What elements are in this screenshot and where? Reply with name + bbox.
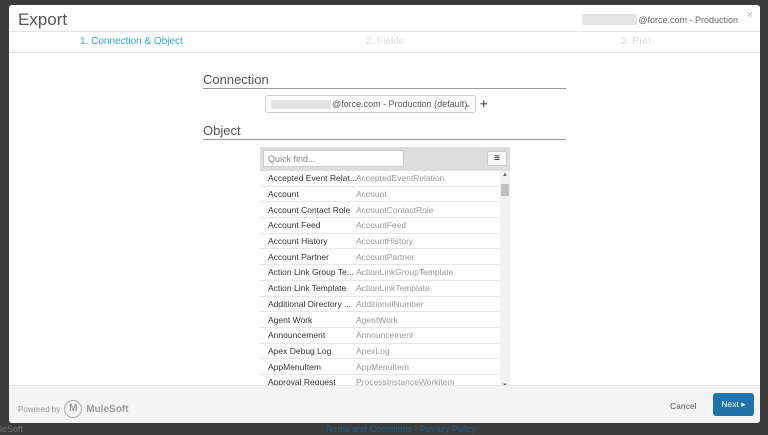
scrollbar-thumb[interactable] — [501, 184, 509, 196]
object-label: Action Link Group Te... — [268, 267, 354, 278]
table-row[interactable]: Agent Work AgentWork — [260, 312, 500, 328]
dialog-title: Export — [18, 10, 68, 29]
powered-by-text: Powered by — [18, 404, 61, 414]
table-row[interactable]: Account Partner AccountPartner — [260, 249, 500, 266]
powered-by: Powered by M MuleSoft — [18, 400, 128, 418]
account-label: @force.com - Production — [582, 14, 738, 25]
object-api-name: AccountContactRole — [356, 204, 434, 215]
step-connection-object: 1. Connection & Object — [80, 36, 183, 47]
step-fields: 2. Fields — [366, 36, 404, 47]
table-row[interactable]: Announcement Announcement — [260, 328, 500, 344]
cancel-button[interactable]: Cancel — [670, 401, 696, 411]
object-heading: Object — [203, 123, 566, 140]
account-text: @force.com - Production — [638, 14, 738, 25]
export-dialog: Export @force.com - Production × 1. Conn… — [9, 5, 760, 423]
mulesoft-logo-icon: M — [64, 400, 83, 418]
object-label: AppMenuItem — [268, 361, 321, 372]
object-api-name: AdditionalNumber — [356, 298, 424, 309]
table-row[interactable]: Account Contact Role AccountContactRole — [260, 202, 500, 219]
connection-selected-value: @force.com - Production (default) — [332, 99, 468, 109]
object-api-name: AcceptedEventRelation — [356, 173, 445, 184]
object-label: Announcement — [268, 330, 326, 341]
object-label: Agent Work — [268, 314, 313, 325]
scroll-up-icon[interactable]: ▲ — [502, 172, 508, 178]
chevron-down-icon: ⌄ — [464, 99, 471, 109]
scrollbar[interactable]: ▲▼ — [500, 171, 510, 390]
redacted-username — [271, 99, 331, 109]
object-label: Accepted Event Relat... — [268, 173, 356, 184]
wizard-steps: 1. Connection & Object 2. Fields 3. Run — [9, 32, 760, 53]
table-row[interactable]: AppMenuItem AppMenuItem — [260, 359, 500, 375]
object-toolbar: Quick find... ≡ — [260, 147, 510, 171]
table-row[interactable]: Action Link Template ActionLinkTemplate — [260, 281, 500, 297]
background-footer-links[interactable]: Terms and Conditions - Privacy Policy — [325, 424, 476, 434]
table-row[interactable]: Action Link Group Te... ActionLinkGroupTe… — [260, 265, 500, 281]
object-label: Account Partner — [268, 251, 329, 262]
table-row[interactable]: Account Account — [260, 187, 500, 203]
object-label: Additional Directory ... — [268, 298, 352, 309]
object-api-name: AccountHistory — [356, 236, 414, 247]
redacted-username — [582, 14, 638, 25]
close-icon[interactable]: × — [747, 9, 753, 21]
connection-heading: Connection — [203, 72, 566, 89]
add-connection-button[interactable]: + — [480, 96, 488, 111]
table-row[interactable]: Accepted Event Relat... AcceptedEventRela… — [260, 171, 500, 187]
object-api-name: Announcement — [356, 330, 414, 341]
next-label: Next — [721, 399, 739, 409]
object-api-name: AccountFeed — [356, 220, 407, 231]
table-row[interactable]: Account History AccountHistory — [260, 234, 500, 250]
object-table: Quick find... ≡ Accepted Event Relat... A… — [260, 147, 510, 391]
next-button[interactable]: Next ▸ — [713, 393, 754, 416]
connection-select[interactable]: @force.com - Production (default) ⌄ — [265, 95, 476, 113]
object-list: Accepted Event Relat... AcceptedEventRela… — [260, 171, 500, 391]
object-api-name: ApexLog — [356, 345, 390, 356]
caret-right-icon: ▸ — [741, 399, 746, 409]
object-api-name: Account — [356, 189, 387, 200]
quick-find-input[interactable]: Quick find... — [263, 150, 404, 167]
object-label: Action Link Template — [268, 283, 347, 294]
object-api-name: AgentWork — [356, 314, 398, 325]
table-row[interactable]: Additional Directory ... AdditionalNumber — [260, 297, 500, 313]
brand-name: MuleSoft — [86, 403, 129, 415]
step-run: 3. Run — [621, 36, 651, 47]
object-label: Account Contact Role — [268, 204, 351, 215]
table-row[interactable]: Account Feed AccountFeed — [260, 218, 500, 234]
object-api-name: AppMenuItem — [356, 361, 409, 372]
object-api-name: ActionLinkTemplate — [356, 283, 430, 294]
object-api-name: ActionLinkGroupTemplate — [356, 267, 454, 278]
object-label: Account Feed — [268, 220, 321, 231]
object-api-name: AccountPartner — [356, 251, 415, 262]
background-brand-text: leSoft — [0, 424, 24, 434]
object-label: Account History — [268, 236, 328, 247]
object-label: Apex Debug Log — [268, 345, 332, 356]
menu-icon[interactable]: ≡ — [487, 151, 507, 166]
dialog-footer: Powered by M MuleSoft Cancel Next ▸ — [9, 385, 760, 423]
table-row[interactable]: Apex Debug Log ApexLog — [260, 344, 500, 360]
dialog-header: Export @force.com - Production × — [9, 5, 760, 32]
object-label: Account — [268, 189, 299, 200]
